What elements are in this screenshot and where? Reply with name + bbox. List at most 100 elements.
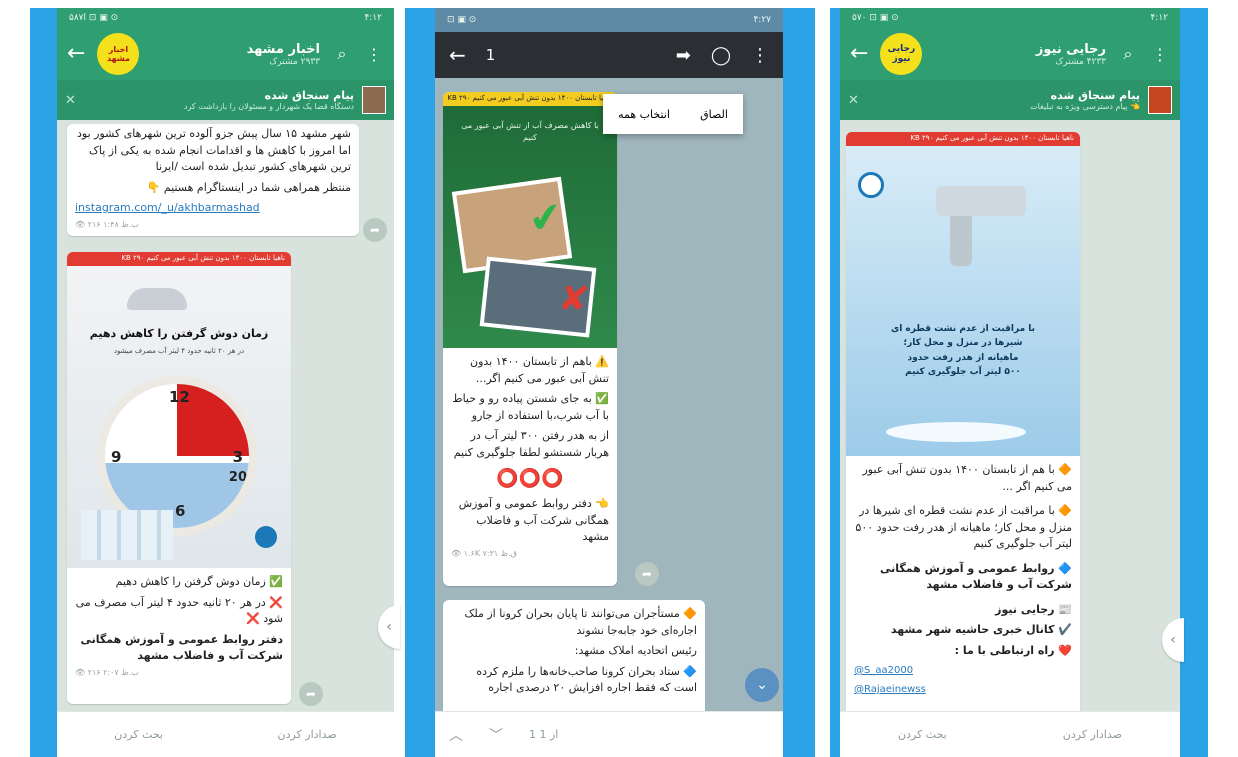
- chat-area: ناهیا تابستان ۱۴۰۰ بدون تنش آبی عبور می …: [840, 120, 1180, 716]
- status-icons: ا۵۸۷ ⊡ ▣ ⊙: [69, 13, 119, 23]
- water-poster-image: با کاهش مصرف آب از تنش آبی عبور می کنیم …: [443, 106, 617, 348]
- clock-label: 20: [228, 470, 247, 485]
- clock-label: 3: [232, 448, 243, 466]
- check-mark-icon: ✔: [525, 193, 566, 244]
- share-icon[interactable]: ➦: [635, 562, 659, 586]
- channel-header: ← اخبار مشهد اخبار مشهد ۲۹۳۳ مشترک ⌕ ⋮: [57, 28, 394, 80]
- message-line: ✔️ کانال خبری حاشیه شهر مشهد: [890, 623, 1072, 636]
- share-icon[interactable]: ➦: [363, 218, 387, 242]
- message-line: دفتر روابط عمومی و آموزش همگانی شرکت آب …: [80, 632, 283, 663]
- back-arrow-icon[interactable]: ←: [850, 43, 868, 65]
- pinned-message[interactable]: ✕ پیام سنجاق شده دستگاه قضا یک شهردار و …: [57, 80, 394, 120]
- status-bar: ۵۷۰ ⊡ ▣ ⊙ ۴:۱۲: [840, 8, 1180, 28]
- message-bubble[interactable]: ناهیا تابستان ۱۴۰۰ بدون تنش آبی عبور می …: [67, 252, 291, 704]
- contact-link[interactable]: @S_aa2000: [846, 661, 1080, 680]
- middle-phone: ⊡ ▣ ⊙ ۴:۲۷ ← 1 ➡ ◯ ⋮ انتخاب همه الصاق نا…: [435, 8, 783, 757]
- pinned-preview: دستگاه قضا یک شهردار و مسئولان را بازداش…: [183, 102, 354, 111]
- poster-line: ماهیانه از هدر رفت حدود: [907, 352, 1019, 363]
- message-bubble[interactable]: 🔶 مستأجران می‌توانند تا پایان بحران کرون…: [443, 600, 705, 718]
- message-bubble[interactable]: شهر مشهد ۱۵ سال پیش جزو آلوده ترین شهرها…: [67, 124, 359, 236]
- channel-title-block[interactable]: رجایی نیوز ۴۲۳۳ مشترک: [934, 42, 1106, 67]
- clock-label: 12: [169, 388, 190, 406]
- right-top-bar: ۵۷۰ ⊡ ▣ ⊙ ۴:۱۲ ← رجایی نیوز رجایی نیوز ۴…: [840, 8, 1180, 120]
- chevron-up-icon[interactable]: ︿: [449, 725, 463, 745]
- message-line: 🔶 با هم از تابستان ۱۴۰۰ بدون تنش آبی عبو…: [862, 463, 1072, 493]
- message-line: 🔶 مستأجران می‌توانند تا پایان بحران کرون…: [464, 607, 697, 637]
- forward-icon[interactable]: ➡: [676, 45, 691, 66]
- message-bubble[interactable]: ناهیا تابستان ۱۴۰۰ بدون تنش آبی عبور می …: [443, 92, 617, 586]
- back-arrow-icon[interactable]: ←: [449, 43, 466, 67]
- pinned-title: پیام سنجاق شده: [1050, 89, 1140, 102]
- faucet-poster-image: با مراقبت از عدم نشت قطره ای شیرها در من…: [846, 146, 1080, 456]
- paste-item[interactable]: الصاق: [700, 108, 728, 121]
- bottom-bar: بحث کردن صدادار کردن: [57, 711, 394, 757]
- right-phone: ۵۷۰ ⊡ ▣ ⊙ ۴:۱۲ ← رجایی نیوز رجایی نیوز ۴…: [840, 8, 1180, 757]
- water-puddle-image: [886, 422, 1026, 442]
- message-cta: منتظر همراهی شما در اینستاگرام هستیم 👇: [146, 180, 351, 194]
- discuss-button[interactable]: بحث کردن: [898, 728, 947, 741]
- clock-label: 9: [111, 448, 122, 466]
- chat-area: شهر مشهد ۱۵ سال پیش جزو آلوده ترین شهرها…: [57, 120, 394, 711]
- share-icon[interactable]: ➦: [299, 682, 323, 706]
- avatar[interactable]: اخبار مشهد: [97, 33, 140, 75]
- poster-line: با مراقبت از عدم نشت قطره ای: [890, 324, 1036, 334]
- status-time: ۴:۱۲: [1150, 13, 1168, 23]
- file-bar: ناهیا تابستان ۱۴۰۰ بدون تنش آبی عبور می …: [67, 252, 291, 266]
- status-bar: ⊡ ▣ ⊙ ۴:۲۷: [435, 8, 783, 32]
- message-line: ❤️ راه ارتباطی با ما :: [954, 643, 1072, 657]
- channel-title: اخبار مشهد: [246, 41, 320, 57]
- avatar[interactable]: رجایی نیوز: [880, 33, 923, 75]
- channel-header: ← رجایی نیوز رجایی نیوز ۴۲۳۳ مشترک ⌕ ⋮: [840, 28, 1180, 80]
- scroll-down-button[interactable]: ⌄: [745, 668, 779, 702]
- message-line: 🔷 ستاد بحران کرونا صاحب‌خانه‌ها را ملزم …: [476, 664, 697, 695]
- unmute-button[interactable]: صدادار کردن: [1063, 728, 1122, 741]
- status-icons: ۵۷۰ ⊡ ▣ ⊙: [852, 13, 899, 23]
- logo-icon: [255, 526, 277, 548]
- message-line: ⚠️ باهم از تابستان ۱۴۰۰ بدون تنش آبی عبو…: [470, 355, 609, 385]
- chevron-down-icon[interactable]: ﹀: [489, 725, 503, 745]
- message-meta: 👁 ۲۱۶ ۲:۰۷ ب.ظ: [75, 667, 139, 677]
- pinned-thumbnail: [1148, 86, 1172, 114]
- close-icon[interactable]: ✕: [65, 93, 76, 108]
- result-counter: 1 از 1: [529, 728, 559, 741]
- hosing-photo: ✘: [479, 256, 597, 338]
- more-vert-icon[interactable]: ⋮: [751, 45, 769, 66]
- unmute-button[interactable]: صدادار کردن: [278, 728, 337, 741]
- faucet-icon: [936, 186, 1026, 216]
- status-icons: ⊡ ▣ ⊙: [447, 15, 477, 25]
- message-meta: 👁 ۲۱۶ ۱:۴۸ ب.ظ: [75, 219, 139, 229]
- channel-link[interactable]: @Rajaeinewss: [846, 680, 1080, 699]
- message-line: رئیس اتحادیه املاک مشهد:: [574, 644, 697, 657]
- select-all-item[interactable]: انتخاب همه: [618, 108, 670, 121]
- more-vert-icon[interactable]: ⋮: [1150, 45, 1170, 64]
- context-menu: انتخاب همه الصاق: [603, 94, 743, 134]
- shower-head-icon: [127, 288, 187, 310]
- left-phone: ا۵۸۷ ⊡ ▣ ⊙ ۴:۱۲ ← اخبار مشهد اخبار مشهد …: [57, 8, 394, 757]
- more-vert-icon[interactable]: ⋮: [364, 45, 384, 64]
- status-time: ۴:۱۲: [364, 13, 382, 23]
- share-circle-icon[interactable]: ◯: [711, 45, 731, 66]
- message-text: شهر مشهد ۱۵ سال پیش جزو آلوده ترین شهرها…: [77, 127, 351, 173]
- channel-title-block[interactable]: اخبار مشهد ۲۹۳۳ مشترک: [151, 42, 320, 67]
- pinned-message[interactable]: ✕ پیام سنجاق شده 👈 پیام دسترسی ویژه به ت…: [840, 80, 1180, 120]
- selection-action-bar: ← 1 ➡ ◯ ⋮: [435, 32, 783, 78]
- close-icon[interactable]: ✕: [848, 93, 859, 108]
- forward-header-bar: ناهیا تابستان ۱۴۰۰ بدون تنش آبی عبور می …: [443, 92, 617, 106]
- instagram-link[interactable]: instagram.com/_u/akhbarmashad: [67, 198, 359, 219]
- shower-poster-image: زمان دوش گرفتن را کاهش دهیم در هر ۲۰ ثان…: [67, 266, 291, 568]
- message-line: ✅ به جای شستن پیاده رو و حیاط با آب شرب،…: [452, 392, 609, 422]
- search-icon[interactable]: ⌕: [332, 44, 352, 64]
- search-nav-bar: ︿ ﹀ 1 از 1: [435, 711, 783, 757]
- status-bar: ا۵۸۷ ⊡ ▣ ⊙ ۴:۱۲: [57, 8, 394, 28]
- channel-title: رجایی نیوز: [1035, 41, 1106, 57]
- subscriber-count: ۴۲۳۳ مشترک: [1055, 56, 1106, 67]
- middle-status-wrap: ⊡ ▣ ⊙ ۴:۲۷: [435, 8, 783, 32]
- message-footer: 👈 دفتر روابط عمومی و آموزش همگانی شرکت آ…: [458, 497, 609, 543]
- message-bubble[interactable]: ناهیا تابستان ۱۴۰۰ بدون تنش آبی عبور می …: [846, 132, 1080, 716]
- poster-line: شیرها در منزل و محل کار؛: [903, 338, 1023, 349]
- back-arrow-icon[interactable]: ←: [67, 43, 85, 65]
- search-icon[interactable]: ⌕: [1118, 44, 1138, 64]
- subscriber-count: ۲۹۳۳ مشترک: [269, 56, 320, 67]
- poster-subtitle: در هر ۲۰ ثانیه حدود ۴ لیتر آب مصرف میشود: [113, 347, 245, 355]
- discuss-button[interactable]: بحث کردن: [114, 728, 163, 741]
